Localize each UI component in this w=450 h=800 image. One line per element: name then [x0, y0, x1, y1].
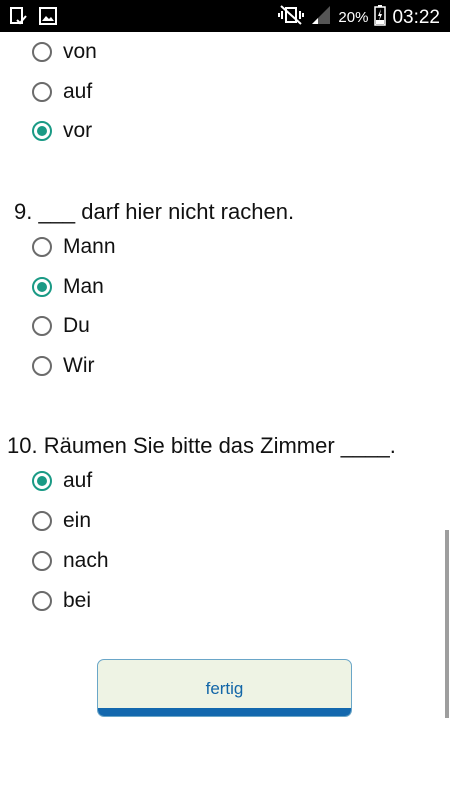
signal-icon	[310, 4, 332, 31]
option-label: bei	[63, 589, 92, 612]
option-label: Mann	[63, 235, 116, 258]
vibrate-mute-icon	[278, 4, 305, 31]
radio-option[interactable]: auf	[32, 463, 92, 499]
battery-percent: 20%	[338, 9, 369, 26]
radio-option[interactable]: auf	[32, 74, 92, 110]
radio-button-selected[interactable]	[32, 121, 52, 141]
radio-button[interactable]	[32, 237, 52, 257]
option-label: ein	[63, 509, 92, 532]
fertig-button[interactable]: fertig	[97, 659, 352, 717]
radio-button-selected[interactable]	[32, 471, 52, 491]
radio-button[interactable]	[32, 511, 52, 531]
battery-charging-icon	[374, 4, 387, 31]
button-accent-bar	[98, 708, 351, 716]
image-icon	[38, 6, 58, 31]
radio-option[interactable]: nach	[32, 543, 109, 579]
fertig-button-label: fertig	[205, 679, 244, 698]
radio-button[interactable]	[32, 82, 52, 102]
radio-button[interactable]	[32, 42, 52, 62]
radio-button[interactable]	[32, 316, 52, 336]
option-label: vor	[63, 119, 93, 142]
radio-option[interactable]: Man	[32, 269, 104, 305]
option-label: von	[63, 40, 97, 63]
option-label: auf	[63, 469, 93, 492]
option-label: Du	[63, 314, 90, 337]
radio-option[interactable]: vor	[32, 113, 92, 149]
radio-option[interactable]: bei	[32, 583, 91, 619]
radio-button[interactable]	[32, 591, 52, 611]
question-text: 9. ___ darf hier nicht rachen.	[14, 199, 295, 224]
radio-button-selected[interactable]	[32, 277, 52, 297]
question-text: 10. Räumen Sie bitte das Zimmer ____.	[7, 433, 396, 458]
clock: 03:22	[392, 6, 440, 28]
radio-option[interactable]: Wir	[32, 348, 94, 384]
radio-option[interactable]: Du	[32, 308, 90, 344]
scrollbar[interactable]	[445, 530, 449, 718]
clipboard-check-icon	[8, 6, 28, 31]
radio-option[interactable]: Mann	[32, 229, 116, 265]
radio-option[interactable]: ein	[32, 503, 91, 539]
option-label: auf	[63, 80, 93, 103]
option-label: Man	[63, 275, 104, 298]
radio-option[interactable]: von	[32, 34, 97, 70]
option-label: nach	[63, 549, 109, 572]
option-label: Wir	[63, 354, 95, 377]
radio-button[interactable]	[32, 551, 52, 571]
status-bar: 20% 03:22	[0, 0, 450, 32]
radio-button[interactable]	[32, 356, 52, 376]
